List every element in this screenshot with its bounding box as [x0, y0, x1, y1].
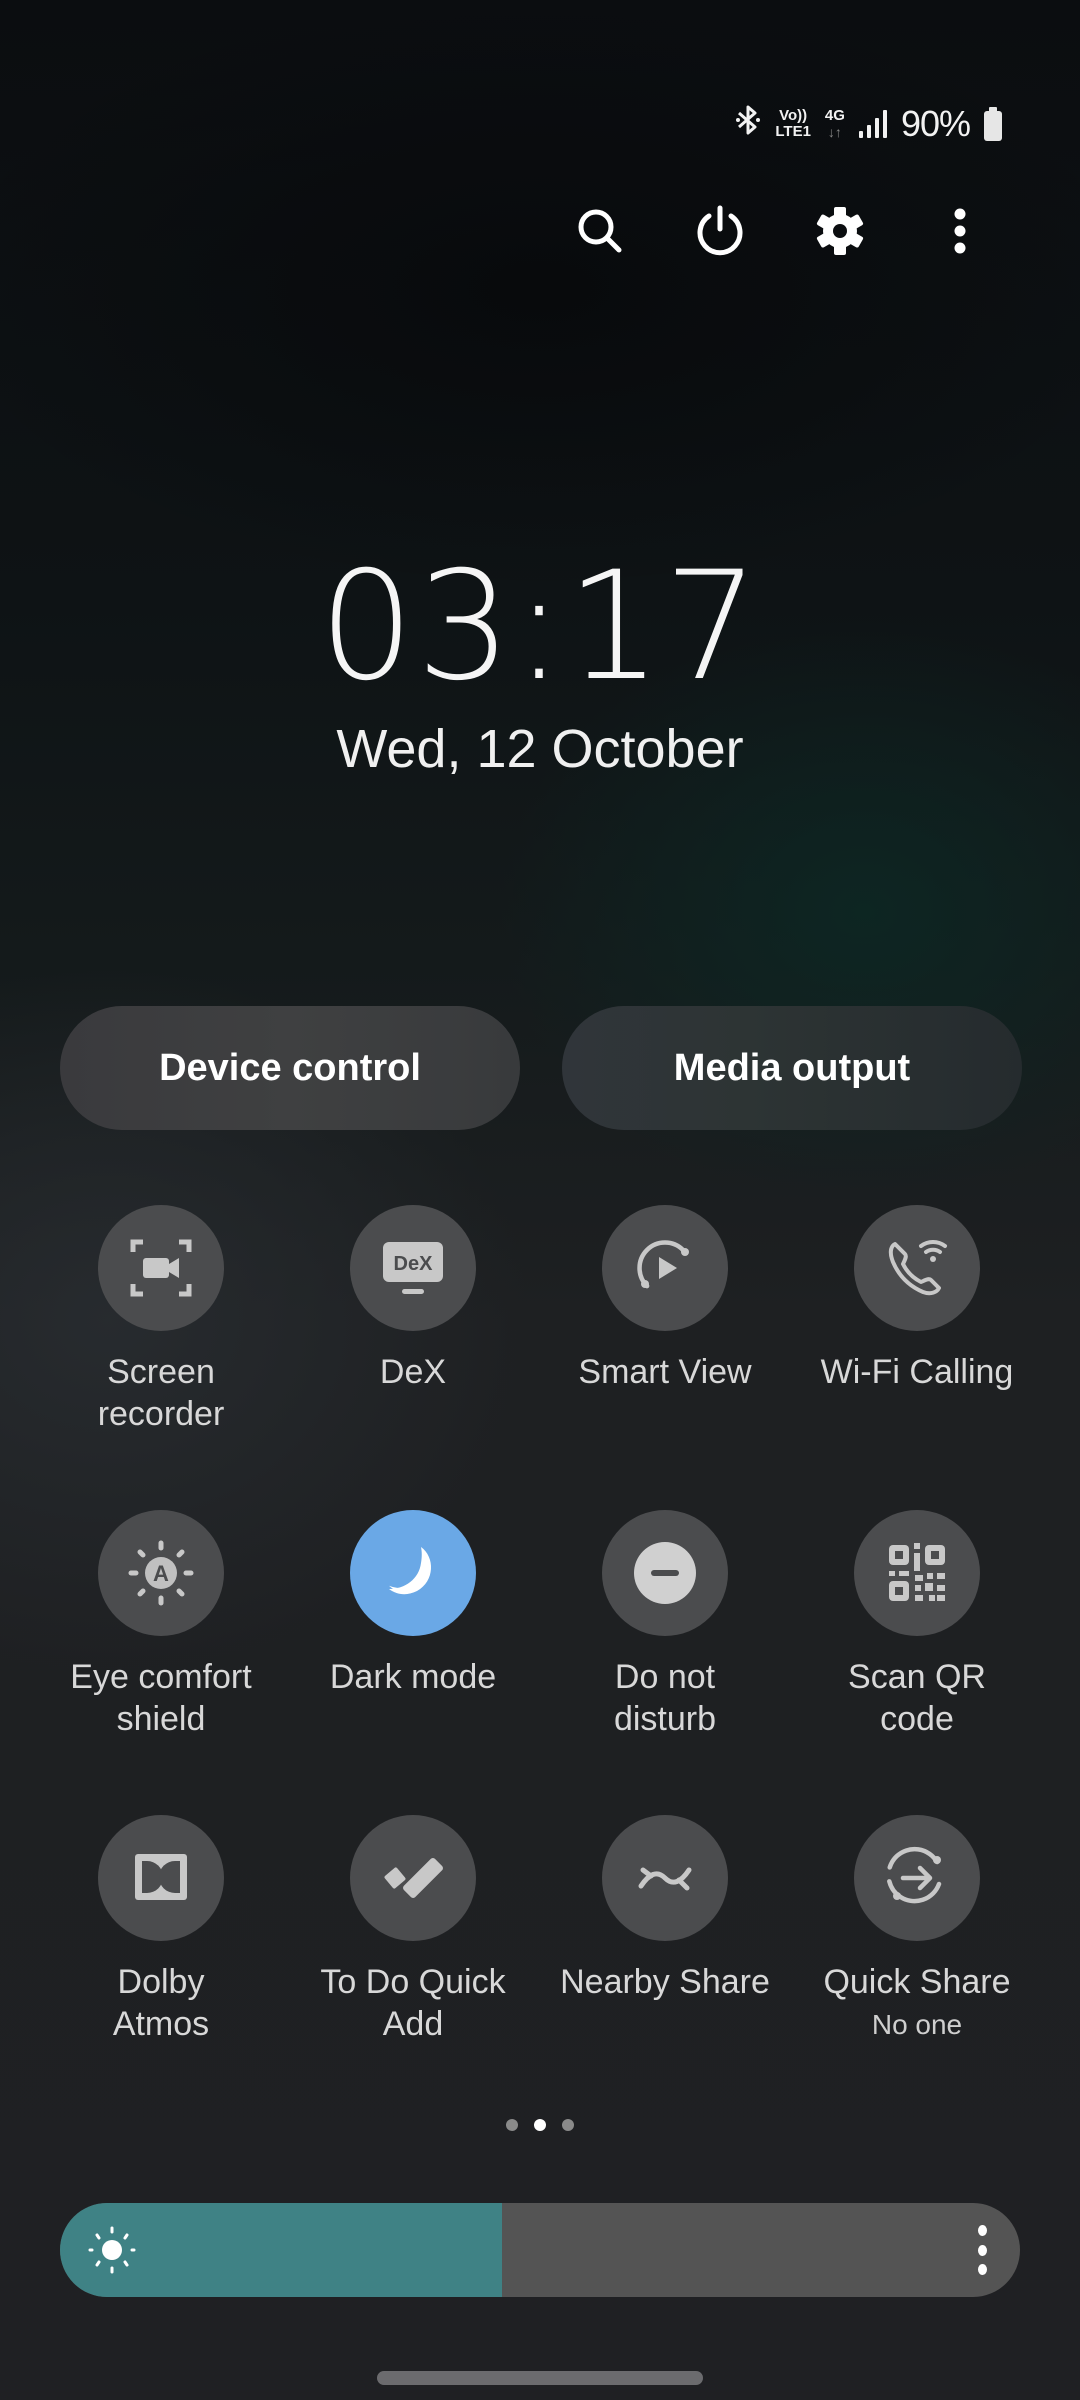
tile-scan-qr-code[interactable]: Scan QR code — [787, 1510, 1047, 1740]
tile-button[interactable]: A — [98, 1510, 224, 1636]
power-button[interactable] — [685, 196, 755, 266]
volte-indicator: Vo)) LTE1 — [775, 108, 811, 140]
tile-button[interactable] — [602, 1815, 728, 1941]
do-not-disturb-icon — [634, 1542, 696, 1604]
tile-label: Do not disturb — [613, 1658, 717, 1738]
tile-button[interactable] — [98, 1205, 224, 1331]
tile-dex[interactable]: DeX DeX — [283, 1205, 543, 1393]
page-dot[interactable] — [562, 2119, 574, 2131]
more-options-button[interactable] — [925, 196, 995, 266]
svg-text:DeX: DeX — [394, 1253, 434, 1275]
tile-label: Wi-Fi Calling — [820, 1353, 1014, 1391]
tile-button[interactable] — [854, 1510, 980, 1636]
dolby-icon — [135, 1854, 187, 1900]
tile-label: Dark mode — [329, 1658, 497, 1696]
tile-nearby-share[interactable]: Nearby Share — [535, 1815, 795, 2003]
tile-button[interactable] — [602, 1510, 728, 1636]
tile-to-do-quick-add[interactable]: To Do Quick Add — [283, 1815, 543, 2045]
tile-label: Screen recorder — [97, 1353, 225, 1433]
page-indicator — [0, 2119, 1080, 2131]
status-bar: Vo)) LTE1 4G ↓↑ 90% — [735, 100, 1002, 148]
gear-icon — [816, 207, 864, 255]
moon-icon — [388, 1547, 432, 1595]
data-activity-icon: ↓↑ — [827, 124, 842, 140]
tile-label: Scan QR code — [848, 1658, 986, 1738]
tile-label: DeX — [379, 1353, 447, 1391]
battery-percent: 90% — [900, 103, 971, 144]
home-gesture-bar[interactable] — [377, 2371, 703, 2385]
tile-dark-mode[interactable]: Dark mode — [283, 1510, 543, 1698]
tile-button[interactable] — [602, 1205, 728, 1331]
tile-wifi-calling[interactable]: Wi-Fi Calling — [787, 1205, 1047, 1393]
dot — [977, 2225, 987, 2236]
bluetooth-icon — [735, 104, 761, 144]
svg-text:A: A — [153, 1561, 169, 1586]
page-dot-active[interactable] — [534, 2119, 546, 2131]
brightness-slider[interactable] — [60, 2203, 1020, 2297]
more-vertical-icon — [954, 208, 966, 254]
device-control-button[interactable]: Device control — [60, 1006, 520, 1130]
tile-quick-share[interactable]: Quick Share No one — [787, 1815, 1047, 2041]
tile-dolby-atmos[interactable]: Dolby Atmos — [31, 1815, 291, 2045]
power-icon — [697, 205, 743, 256]
battery-icon — [984, 107, 1002, 141]
screen-recorder-icon — [130, 1239, 192, 1297]
volte-label: Vo)) — [779, 107, 808, 124]
page-dot[interactable] — [506, 2119, 518, 2131]
tile-button[interactable] — [854, 1205, 980, 1331]
tile-label: Smart View — [578, 1353, 752, 1391]
search-button[interactable] — [565, 196, 635, 266]
tile-screen-recorder[interactable]: Screen recorder — [31, 1205, 291, 1435]
tile-label: To Do Quick Add — [320, 1963, 506, 2043]
tile-button[interactable]: DeX — [350, 1205, 476, 1331]
tile-do-not-disturb[interactable]: Do not disturb — [535, 1510, 795, 1740]
network-type-indicator: 4G ↓↑ — [824, 107, 845, 141]
clock-time[interactable]: 03:17 — [0, 540, 1080, 714]
quick-panel-toolbar — [0, 196, 1080, 266]
clock-date[interactable]: Wed, 12 October — [0, 718, 1080, 780]
dot — [977, 2264, 987, 2275]
tile-button[interactable] — [854, 1815, 980, 1941]
quick-share-icon — [886, 1846, 942, 1904]
network-type-label: 4G — [824, 107, 845, 124]
signal-strength-icon — [858, 110, 887, 138]
todo-check-icon — [384, 1858, 443, 1898]
tile-smart-view[interactable]: Smart View — [535, 1205, 795, 1393]
wifi-calling-icon — [888, 1240, 947, 1296]
nearby-share-icon — [638, 1867, 692, 1891]
tile-button[interactable] — [350, 1510, 476, 1636]
eye-comfort-icon: A — [128, 1540, 194, 1606]
tile-label: Nearby Share — [560, 1963, 770, 2001]
dex-icon: DeX — [383, 1242, 443, 1294]
search-icon — [578, 209, 622, 253]
tile-label: Quick Share — [823, 1963, 1011, 2001]
lte-label: LTE1 — [775, 123, 811, 140]
media-output-button[interactable]: Media output — [562, 1006, 1022, 1130]
tile-eye-comfort-shield[interactable]: A Eye comfort shield — [31, 1510, 291, 1740]
smart-view-icon — [637, 1240, 689, 1289]
dot — [977, 2244, 987, 2256]
tile-label: Dolby Atmos — [112, 1963, 210, 2043]
settings-button[interactable] — [805, 196, 875, 266]
tile-label: Eye comfort shield — [70, 1658, 252, 1738]
tile-sublabel: No one — [871, 2009, 963, 2040]
qr-code-icon — [889, 1543, 945, 1601]
brightness-more-button[interactable] — [972, 2225, 992, 2275]
tile-button[interactable] — [350, 1815, 476, 1941]
brightness-sun-icon — [88, 2226, 136, 2274]
tile-button[interactable] — [98, 1815, 224, 1941]
